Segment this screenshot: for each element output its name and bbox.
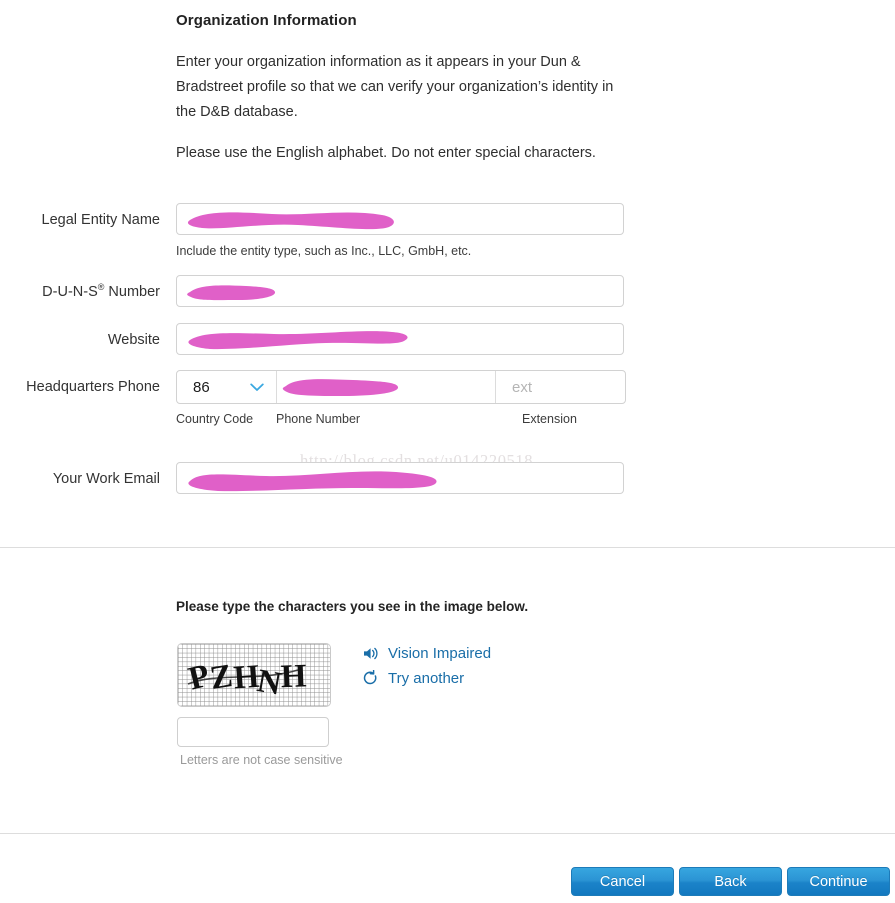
speaker-icon bbox=[364, 647, 378, 660]
label-work-email: Your Work Email bbox=[52, 471, 160, 487]
country-code-select[interactable]: 86 bbox=[177, 371, 277, 403]
captcha-image: P Z H N H bbox=[177, 643, 331, 707]
svg-text:H: H bbox=[280, 658, 307, 695]
label-duns-suffix: Number bbox=[104, 284, 160, 300]
vision-impaired-label: Vision Impaired bbox=[388, 645, 492, 662]
country-code-value: 86 bbox=[193, 378, 210, 396]
divider-top bbox=[0, 547, 895, 548]
label-duns-number: D-U-N-S® Number bbox=[0, 275, 160, 309]
divider-bottom bbox=[0, 833, 895, 834]
try-another-link[interactable]: Try another bbox=[362, 670, 464, 687]
label-website: Website bbox=[107, 332, 160, 348]
back-button[interactable]: Back bbox=[679, 867, 782, 896]
try-another-label: Try another bbox=[388, 670, 465, 687]
cancel-button[interactable]: Cancel bbox=[571, 867, 674, 896]
label-headquarters-phone: Headquarters Phone bbox=[26, 379, 160, 395]
legal-entity-name-input[interactable] bbox=[176, 203, 624, 235]
captcha-prompt: Please type the characters you see in th… bbox=[176, 599, 529, 614]
sublabel-country-code: Country Code bbox=[176, 412, 254, 426]
vision-impaired-link[interactable]: Vision Impaired bbox=[362, 645, 491, 662]
organization-information-page: Organization Information Enter your orga… bbox=[0, 0, 895, 903]
helper-legal-entity-name: Include the entity type, such as Inc., L… bbox=[176, 244, 472, 258]
sublabel-phone-number: Phone Number bbox=[276, 412, 361, 426]
chevron-down-icon bbox=[250, 383, 264, 391]
field-row-legal-entity-name: Legal Entity Name bbox=[0, 203, 895, 237]
intro-paragraph-2: Please use the English alphabet. Do not … bbox=[176, 145, 596, 161]
captcha-note: Letters are not case sensitive bbox=[180, 753, 343, 767]
continue-button[interactable]: Continue bbox=[787, 867, 890, 896]
field-row-duns-number: D-U-N-S® Number bbox=[0, 275, 895, 309]
field-row-work-email: Your Work Email bbox=[0, 462, 895, 496]
refresh-icon bbox=[363, 670, 377, 685]
intro-paragraph-1: Enter your organization information as i… bbox=[176, 54, 614, 120]
label-legal-entity-name: Legal Entity Name bbox=[41, 212, 160, 228]
website-input[interactable] bbox=[176, 323, 624, 355]
phone-number-input[interactable] bbox=[277, 371, 495, 403]
duns-number-input[interactable] bbox=[176, 275, 624, 307]
phone-extension-input[interactable]: ext bbox=[495, 371, 625, 403]
page-title: Organization Information bbox=[176, 12, 357, 29]
field-row-website: Website bbox=[0, 323, 895, 357]
headquarters-phone-group: 86 ext bbox=[176, 370, 626, 404]
sublabel-extension: Extension bbox=[522, 412, 577, 426]
work-email-input[interactable] bbox=[176, 462, 624, 494]
captcha-input[interactable] bbox=[177, 717, 329, 747]
label-duns-prefix: D-U-N-S bbox=[42, 284, 98, 300]
phone-extension-placeholder: ext bbox=[512, 378, 533, 396]
captcha-image-svg: P Z H N H bbox=[178, 644, 330, 706]
